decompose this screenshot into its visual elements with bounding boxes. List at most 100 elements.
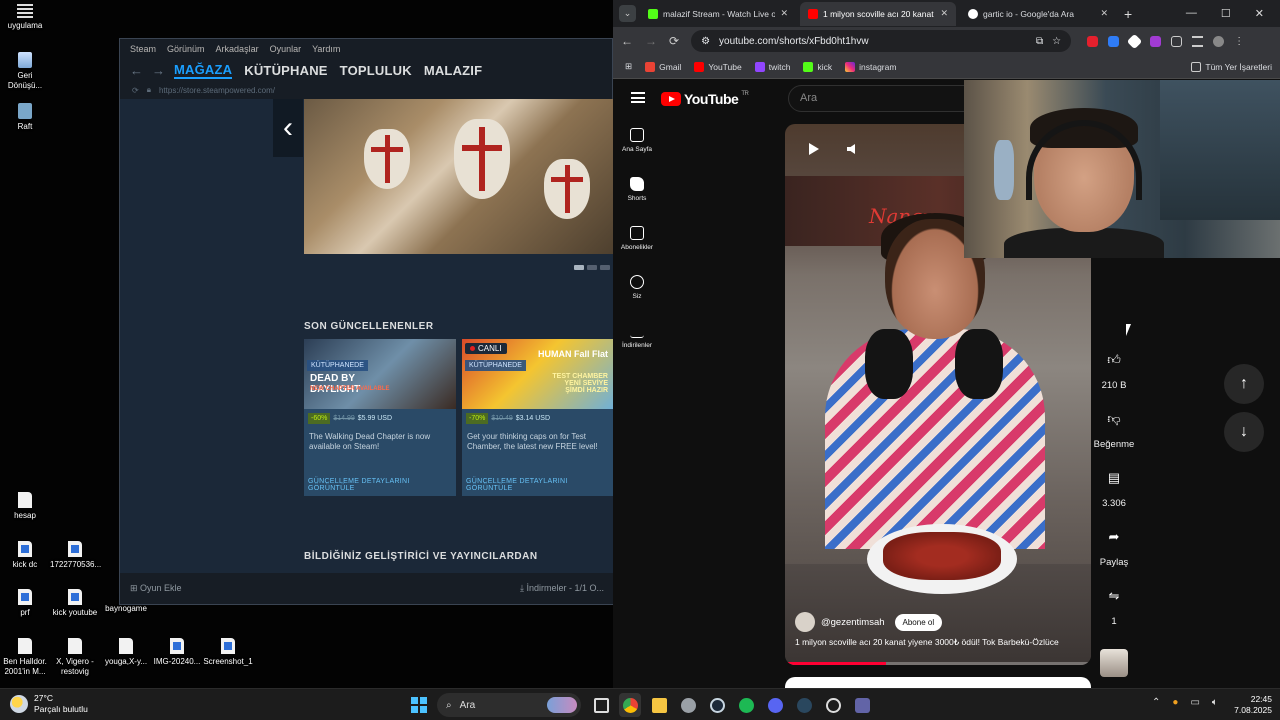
profile-icon[interactable] bbox=[1213, 35, 1225, 47]
sidebar-item-home[interactable]: Ana Sayfa bbox=[613, 128, 661, 177]
site-info-icon[interactable]: ⚙ bbox=[701, 36, 710, 47]
steam-url[interactable]: https://store.steampowered.com/ bbox=[159, 86, 275, 95]
close-window-icon[interactable]: ✕ bbox=[1255, 7, 1264, 20]
hamburger-menu-icon[interactable] bbox=[631, 92, 645, 103]
extension-icon[interactable] bbox=[1087, 35, 1099, 47]
desktop-icon-kick-youtube[interactable]: kick youtube bbox=[50, 589, 100, 618]
search-input[interactable]: Ara bbox=[788, 85, 968, 112]
like-button[interactable]: 👍︎ 210 B bbox=[1091, 346, 1137, 405]
steam-icon[interactable] bbox=[793, 693, 815, 717]
weather-widget[interactable]: 27°C Parçalı bulutlu bbox=[10, 693, 88, 715]
bookmark-youtube[interactable]: YouTube bbox=[694, 61, 742, 72]
desktop-icon-kick-dc[interactable]: kick dc bbox=[0, 541, 50, 570]
remix-button[interactable]: ⇋ 1 bbox=[1091, 582, 1137, 641]
channel-avatar[interactable] bbox=[795, 612, 815, 632]
task-view-icon[interactable] bbox=[590, 693, 612, 717]
sidebar-item-downloads[interactable]: İndirilenler bbox=[613, 324, 661, 373]
bookmark-gmail[interactable]: Gmail bbox=[645, 61, 681, 72]
spotify-icon[interactable] bbox=[735, 693, 757, 717]
forward-arrow-icon[interactable]: → bbox=[152, 63, 165, 78]
start-button[interactable] bbox=[411, 697, 427, 713]
featured-game-banner[interactable] bbox=[304, 99, 614, 254]
bookmark-twitch[interactable]: twitch bbox=[754, 61, 790, 72]
sidebar-item-shorts[interactable]: Shorts bbox=[613, 177, 661, 226]
bookmark-instagram[interactable]: instagram bbox=[845, 61, 896, 72]
chrome-icon[interactable] bbox=[619, 693, 641, 717]
close-icon[interactable]: ✕ bbox=[940, 8, 948, 19]
new-tab-button[interactable]: + bbox=[1124, 6, 1132, 22]
next-short-button[interactable]: ↓ bbox=[1224, 412, 1264, 452]
sound-thumbnail[interactable] bbox=[1091, 649, 1137, 688]
view-details-link[interactable]: GÜNCELLEME DETAYLARINI GÖRÜNTÜLE bbox=[466, 478, 614, 492]
tab-search-button[interactable]: ⌄ bbox=[619, 5, 636, 22]
chevron-up-icon[interactable]: ⌃ bbox=[1152, 697, 1160, 708]
downloads-button[interactable]: ⤓ İndirmeler - 1/1 O... bbox=[520, 583, 604, 594]
volume-icon[interactable]: 🔈︎ bbox=[1212, 697, 1218, 708]
channel-name[interactable]: @gezentimsah bbox=[821, 617, 885, 628]
reload-icon[interactable]: ⟳ bbox=[669, 34, 679, 48]
forward-icon[interactable]: → bbox=[645, 34, 657, 48]
desktop-icon-ben-halldor[interactable]: Ben Halldor. 2001'in M... bbox=[0, 638, 50, 677]
browser-tab-google[interactable]: gartic io - Google'da Ara ✕ bbox=[960, 2, 1116, 26]
video-progress-bar[interactable] bbox=[785, 662, 1091, 665]
share-button[interactable]: ➦ Paylaş bbox=[1091, 523, 1137, 582]
desktop-icon-youga[interactable]: youga,X-y... bbox=[101, 638, 151, 667]
desktop-icon-screenshot[interactable]: Screenshot_1 bbox=[203, 638, 253, 667]
add-game-button[interactable]: ⊞ Oyun Ekle bbox=[130, 583, 182, 594]
volume-icon[interactable] bbox=[847, 144, 855, 154]
tab-store[interactable]: MAĞAZA bbox=[174, 62, 233, 79]
back-arrow-icon[interactable]: ← bbox=[130, 63, 143, 78]
view-details-link[interactable]: GÜNCELLEME DETAYLARINI GÖRÜNTÜLE bbox=[308, 478, 456, 492]
discord-icon[interactable] bbox=[764, 693, 786, 717]
sidebar-item-you[interactable]: Siz bbox=[613, 275, 661, 324]
address-bar[interactable]: ⚙ youtube.com/shorts/xFbd0ht1hvw ⧉ ☆ bbox=[691, 30, 1072, 52]
refresh-icon[interactable]: ⟳ bbox=[132, 86, 139, 95]
desktop-icon-1722770536[interactable]: 1722770536... bbox=[50, 541, 101, 570]
taskbar-search[interactable]: ⌕ Ara bbox=[437, 693, 581, 717]
browser-tab-kick[interactable]: malazif Stream - Watch Live on ✕ bbox=[640, 2, 796, 26]
settings-icon[interactable] bbox=[677, 693, 699, 717]
tab-library[interactable]: KÜTÜPHANE bbox=[244, 63, 327, 78]
desktop-icon-hesap[interactable]: hesap bbox=[0, 492, 50, 521]
tab-community[interactable]: TOPLULUK bbox=[340, 63, 412, 78]
steam-icon[interactable] bbox=[706, 693, 728, 717]
menu-dots-icon[interactable]: ⋮ bbox=[1234, 36, 1245, 47]
app-icon[interactable] bbox=[822, 693, 844, 717]
subscribe-button[interactable]: Abone ol bbox=[894, 613, 943, 631]
tab-profile[interactable]: MALAZIF bbox=[424, 63, 482, 78]
sidebar-item-subscriptions[interactable]: Abonelikler bbox=[613, 226, 661, 275]
extension-icon[interactable] bbox=[1150, 35, 1162, 47]
comments-button[interactable]: ▤ 3.306 bbox=[1091, 464, 1137, 523]
steam-menu-help[interactable]: Yardım bbox=[312, 44, 340, 54]
close-icon[interactable]: ✕ bbox=[780, 8, 788, 19]
close-icon[interactable]: ✕ bbox=[1100, 8, 1108, 19]
desktop-icon-vigero[interactable]: X, Vigero - restovig bbox=[50, 638, 100, 677]
extension-icon[interactable] bbox=[1108, 35, 1120, 47]
update-card[interactable]: KÜTÜPHANEDE DEAD BY DAYLIGHT NEW CHAPTER… bbox=[304, 339, 456, 496]
back-icon[interactable]: ← bbox=[621, 34, 633, 48]
steam-menu-steam[interactable]: Steam bbox=[130, 44, 156, 54]
bookmark-kick[interactable]: kick bbox=[803, 61, 832, 72]
teams-icon[interactable] bbox=[851, 693, 873, 717]
bookmark-star-icon[interactable]: ☆ bbox=[1052, 36, 1061, 47]
browser-tab-youtube[interactable]: 1 milyon scoville acı 20 kanat y ✕ bbox=[800, 1, 956, 26]
minimize-icon[interactable]: — bbox=[1186, 7, 1197, 20]
play-icon[interactable] bbox=[809, 143, 819, 155]
previous-short-button[interactable]: ↑ bbox=[1224, 364, 1264, 404]
puzzle-icon[interactable] bbox=[1171, 35, 1183, 47]
steam-menu-friends[interactable]: Arkadaşlar bbox=[216, 44, 259, 54]
desktop-icon-prf[interactable]: prf bbox=[0, 589, 50, 618]
update-card[interactable]: CANLI KÜTÜPHANEDE HUMAN Fall Flat TEST C… bbox=[462, 339, 614, 496]
dislike-button[interactable]: 👎︎ Beğenme bbox=[1091, 405, 1137, 464]
microphone-icon[interactable]: ● bbox=[1172, 697, 1178, 708]
file-explorer-icon[interactable] bbox=[648, 693, 670, 717]
desktop-icon-recycle-bin[interactable]: Geri Dönüşü... bbox=[0, 52, 50, 91]
youtube-logo[interactable]: YouTube TR bbox=[661, 91, 749, 107]
all-bookmarks-button[interactable]: Tüm Yer İşaretleri bbox=[1191, 61, 1280, 72]
video-title[interactable]: 1 milyon scoville acı 20 kanat yiyene 30… bbox=[795, 637, 1085, 648]
media-icon[interactable] bbox=[1192, 35, 1204, 47]
desktop-icon-raft[interactable]: Raft bbox=[0, 103, 50, 132]
steam-menu-games[interactable]: Oyunlar bbox=[270, 44, 302, 54]
extension-icon[interactable] bbox=[1126, 33, 1143, 49]
clock[interactable]: 22:45 7.08.2025 bbox=[1224, 694, 1272, 716]
